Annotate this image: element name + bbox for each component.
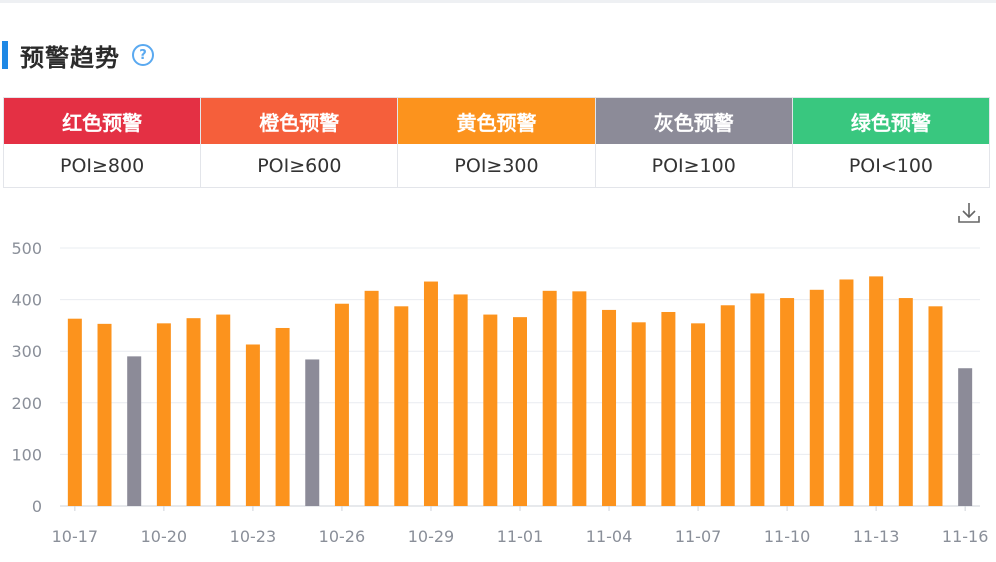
bar (364, 290, 379, 506)
bar (661, 311, 676, 506)
y-tick-label: 0 (32, 497, 42, 516)
section-header: 预警趋势 ? (2, 38, 154, 72)
download-icon-graphic (958, 203, 980, 223)
y-tick-label: 400 (11, 291, 42, 310)
bar (97, 323, 112, 506)
legend-gray-rule: POI≥100 (651, 154, 736, 177)
question-circle-icon[interactable]: ? (132, 44, 154, 66)
legend-gray: 灰色预警 POI≥100 (595, 98, 793, 187)
x-tick-label: 11-10 (764, 527, 811, 546)
bar (186, 318, 201, 506)
bar (809, 289, 824, 506)
legend-gray-label: 灰色预警 (595, 98, 792, 144)
bar (691, 323, 706, 506)
bar (720, 305, 735, 506)
bar (513, 317, 527, 506)
legend-yellow: 黄色预警 POI≥300 (398, 98, 596, 187)
warning-legend-table: 红色预警 POI≥800 橙色预警 POI≥600 黄色预警 POI≥300 灰… (3, 97, 990, 188)
y-tick-label: 100 (11, 445, 42, 464)
legend-orange: 橙色预警 POI≥600 (201, 98, 399, 187)
bar (305, 359, 320, 506)
legend-green-rule: POI<100 (848, 154, 934, 177)
x-tick-label: 11-13 (853, 527, 900, 546)
x-tick-label: 10-17 (52, 527, 99, 546)
bar (839, 279, 854, 506)
legend-green-label: 绿色预警 (792, 98, 990, 144)
legend-orange-label: 橙色预警 (201, 98, 398, 144)
bar (67, 318, 82, 506)
bar (334, 303, 349, 506)
legend-green: 绿色预警 POI<100 (792, 98, 990, 187)
x-tick-label: 11-07 (675, 527, 722, 546)
x-tick-label: 10-20 (141, 527, 188, 546)
bar (542, 290, 557, 506)
x-tick-label: 11-01 (497, 527, 544, 546)
x-tick-label: 10-23 (230, 527, 277, 546)
bar (928, 306, 943, 506)
x-tick-label: 10-29 (408, 527, 455, 546)
x-tick-label: 10-26 (319, 527, 366, 546)
section-title: 预警趋势 (20, 43, 120, 72)
x-tick-label: 11-16 (942, 527, 989, 546)
y-tick-label: 200 (11, 394, 42, 413)
bar (127, 356, 142, 506)
bar (275, 327, 290, 506)
bar (572, 291, 587, 506)
y-tick-label: 500 (11, 239, 42, 258)
bar (750, 293, 765, 506)
bar (958, 368, 973, 506)
bar (869, 276, 884, 506)
legend-yellow-label: 黄色预警 (398, 98, 595, 144)
legend-yellow-rule: POI≥300 (454, 154, 539, 177)
bar (780, 298, 795, 506)
legend-red: 红色预警 POI≥800 (4, 98, 202, 187)
bar (631, 322, 646, 506)
bar (394, 306, 409, 506)
bar (898, 298, 913, 506)
bar (423, 281, 438, 506)
bar (453, 294, 468, 506)
bar (156, 323, 171, 506)
bar (245, 344, 260, 506)
bar (602, 309, 617, 506)
title-accent-bar (2, 41, 8, 69)
x-tick-label: 11-04 (586, 527, 633, 546)
bar (216, 314, 231, 506)
y-tick-label: 300 (11, 342, 42, 361)
legend-orange-rule: POI≥600 (257, 154, 342, 177)
legend-red-label: 红色预警 (4, 98, 201, 144)
download-icon[interactable] (956, 200, 982, 226)
top-divider (0, 0, 996, 3)
bar (483, 314, 498, 506)
warning-trend-chart: 0 100 200 300 400 500 10-17 10-20 10-23 10-26 10-2… (11, 239, 989, 546)
legend-red-rule: POI≥800 (60, 154, 145, 177)
